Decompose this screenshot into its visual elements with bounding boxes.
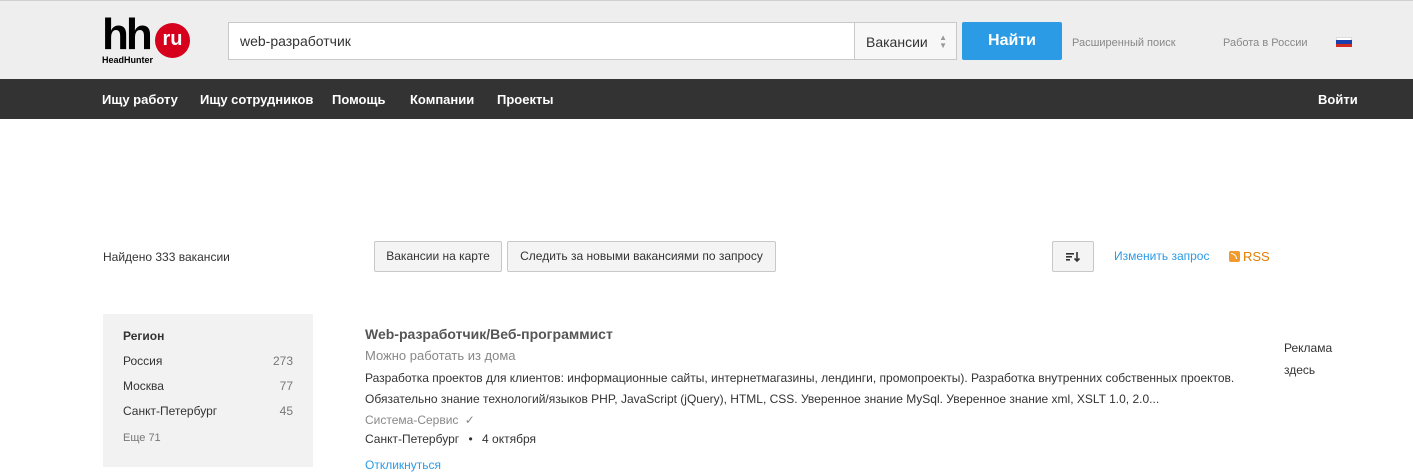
ad-line: Реклама: [1284, 341, 1333, 355]
map-button[interactable]: Вакансии на карте: [374, 241, 502, 272]
region-item-moscow[interactable]: Москва 77: [123, 379, 293, 393]
vacancy-date: 4 октября: [482, 432, 536, 446]
vacancy-remote: Можно работать из дома: [365, 348, 516, 363]
region-item-label: Россия: [123, 354, 163, 368]
region-item-count: 273: [272, 354, 293, 368]
separator-dot: •: [468, 432, 473, 446]
vacancy-desc-line: Обязательно знание технологий/языков PHP…: [365, 392, 1160, 406]
sort-icon: [1066, 252, 1081, 263]
vacancy-desc-line: Разработка проектов для клиентов: информ…: [365, 371, 1235, 385]
region-item-russia[interactable]: Россия 273: [123, 354, 293, 368]
sort-button[interactable]: [1052, 241, 1094, 272]
russia-flag-icon[interactable]: [1336, 37, 1352, 47]
search-input[interactable]: [229, 23, 856, 59]
company-name: Система-Сервис: [365, 413, 459, 427]
rss-link[interactable]: RSS: [1229, 249, 1270, 264]
results-count: Найдено 333 вакансии: [103, 250, 230, 264]
region-item-label: Санкт-Петербург: [123, 404, 218, 418]
region-item-count: 45: [279, 404, 293, 418]
subscribe-button[interactable]: Следить за новыми вакансиями по запросу: [507, 241, 776, 272]
nav-item-job-search[interactable]: Ищу работу: [102, 92, 178, 107]
ad-line: здесь: [1284, 363, 1316, 377]
rss-icon: [1229, 251, 1240, 262]
nav-item-companies[interactable]: Компании: [410, 92, 474, 107]
nav-item-projects[interactable]: Проекты: [497, 92, 553, 107]
rss-label: RSS: [1243, 249, 1270, 264]
region-more-link[interactable]: Еще 71: [123, 432, 161, 444]
advanced-search-link[interactable]: Расширенный поиск: [1072, 37, 1176, 49]
nav-item-help[interactable]: Помощь: [332, 92, 385, 107]
login-link[interactable]: Войти: [1318, 92, 1358, 107]
main-nav: Ищу работу Ищу сотрудников Помощь Компан…: [0, 79, 1413, 119]
region-item-count: 77: [279, 379, 293, 393]
find-button[interactable]: Найти: [962, 22, 1062, 60]
region-filter: Регион Россия 273 Москва 77 Санкт-Петерб…: [103, 314, 313, 467]
change-query-link[interactable]: Изменить запрос: [1114, 249, 1209, 263]
vacancy-title[interactable]: Web-разработчик/Веб-программист: [365, 326, 613, 342]
nav-item-employees[interactable]: Ищу сотрудников: [200, 92, 313, 107]
verified-check-icon: ✓: [464, 413, 475, 427]
vacancy-city: Санкт-Петербург: [365, 432, 460, 446]
ad-placeholder[interactable]: Реклама здесь: [1284, 337, 1332, 381]
region-filter-title: Регион: [123, 329, 165, 343]
region-link[interactable]: Работа в России: [1223, 37, 1308, 49]
vacancy-company[interactable]: Система-Сервис ✓: [365, 413, 475, 427]
logo-badge: ru: [155, 23, 190, 58]
vacancy-description: Разработка проектов для клиентов: информ…: [365, 368, 1265, 410]
region-item-label: Москва: [123, 379, 164, 393]
vacancy-location: Санкт-Петербург • 4 октября: [365, 432, 536, 446]
search-field[interactable]: [228, 22, 856, 60]
search-type-label: Вакансии: [866, 34, 928, 50]
logo-subtitle: HeadHunter: [102, 55, 154, 65]
header: hh ru HeadHunter Вакансии ▲▼ Найти Расши…: [0, 0, 1413, 79]
logo-text: hh: [102, 10, 153, 59]
search-type-select[interactable]: Вакансии ▲ ▼: [854, 22, 957, 60]
hh-logo[interactable]: hh ru HeadHunter: [102, 13, 192, 67]
select-arrows-icon: ▲ ▼: [939, 33, 947, 50]
region-item-spb[interactable]: Санкт-Петербург 45: [123, 404, 293, 418]
respond-link[interactable]: Откликнуться: [365, 458, 441, 472]
